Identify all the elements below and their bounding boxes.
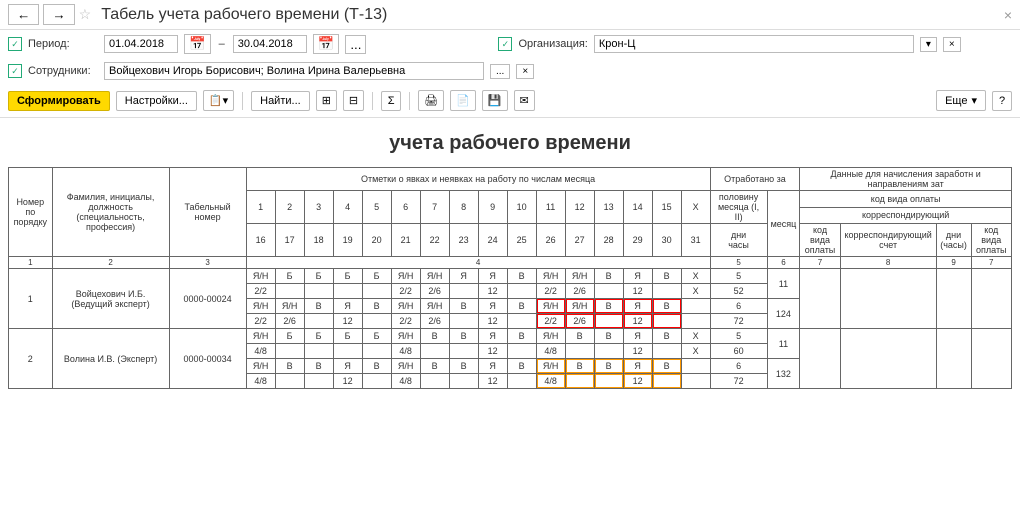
star-icon[interactable]: ☆ (79, 6, 92, 23)
checkbox-org[interactable]: ✓ (498, 37, 512, 51)
ellipsis-button[interactable]: ... (345, 35, 366, 54)
emp-label: Сотрудники: (28, 65, 98, 77)
copy-icon[interactable]: 📋▾ (203, 90, 234, 111)
dash: – (219, 38, 225, 50)
checkbox-period[interactable]: ✓ (8, 37, 22, 51)
clear-icon[interactable]: × (516, 64, 534, 79)
clear-icon[interactable]: × (943, 37, 961, 52)
org-input[interactable] (594, 35, 914, 53)
dropdown-icon[interactable]: ▾ (920, 37, 937, 52)
org-label: Организация: (518, 38, 587, 50)
expand-icon[interactable]: ⊞ (316, 90, 337, 111)
ellipsis-button[interactable]: ... (490, 64, 510, 79)
calendar-icon[interactable]: 📅 (184, 34, 211, 54)
forward-button[interactable]: → (43, 4, 74, 25)
close-icon[interactable]: × (1004, 7, 1012, 23)
report-title: учета рабочего времени (8, 132, 1012, 155)
emp-input[interactable] (104, 62, 484, 80)
form-button[interactable]: Сформировать (8, 91, 110, 111)
period-label: Период: (28, 38, 98, 50)
print-icon[interactable]: 🖨 (418, 90, 444, 111)
date-to[interactable] (233, 35, 307, 53)
calendar-icon[interactable]: 📅 (313, 34, 340, 54)
collapse-icon[interactable]: ⊟ (343, 90, 364, 111)
save-icon[interactable]: 💾 (482, 90, 508, 111)
email-icon[interactable]: ✉ (514, 90, 535, 111)
page-title: Табель учета рабочего времени (Т-13) (101, 6, 387, 24)
help-button[interactable]: ? (992, 91, 1012, 111)
settings-button[interactable]: Настройки... (116, 91, 197, 111)
more-button[interactable]: Еще ▾ (936, 90, 986, 111)
date-from[interactable] (104, 35, 178, 53)
find-button[interactable]: Найти... (251, 91, 310, 111)
chart-icon[interactable]: Σ (381, 91, 401, 111)
back-button[interactable]: ← (8, 4, 39, 25)
checkbox-emp[interactable]: ✓ (8, 64, 22, 78)
page-icon[interactable]: 📄 (450, 90, 476, 111)
report-table: Номер по порядкуФамилия, инициалы, должн… (8, 167, 1012, 389)
